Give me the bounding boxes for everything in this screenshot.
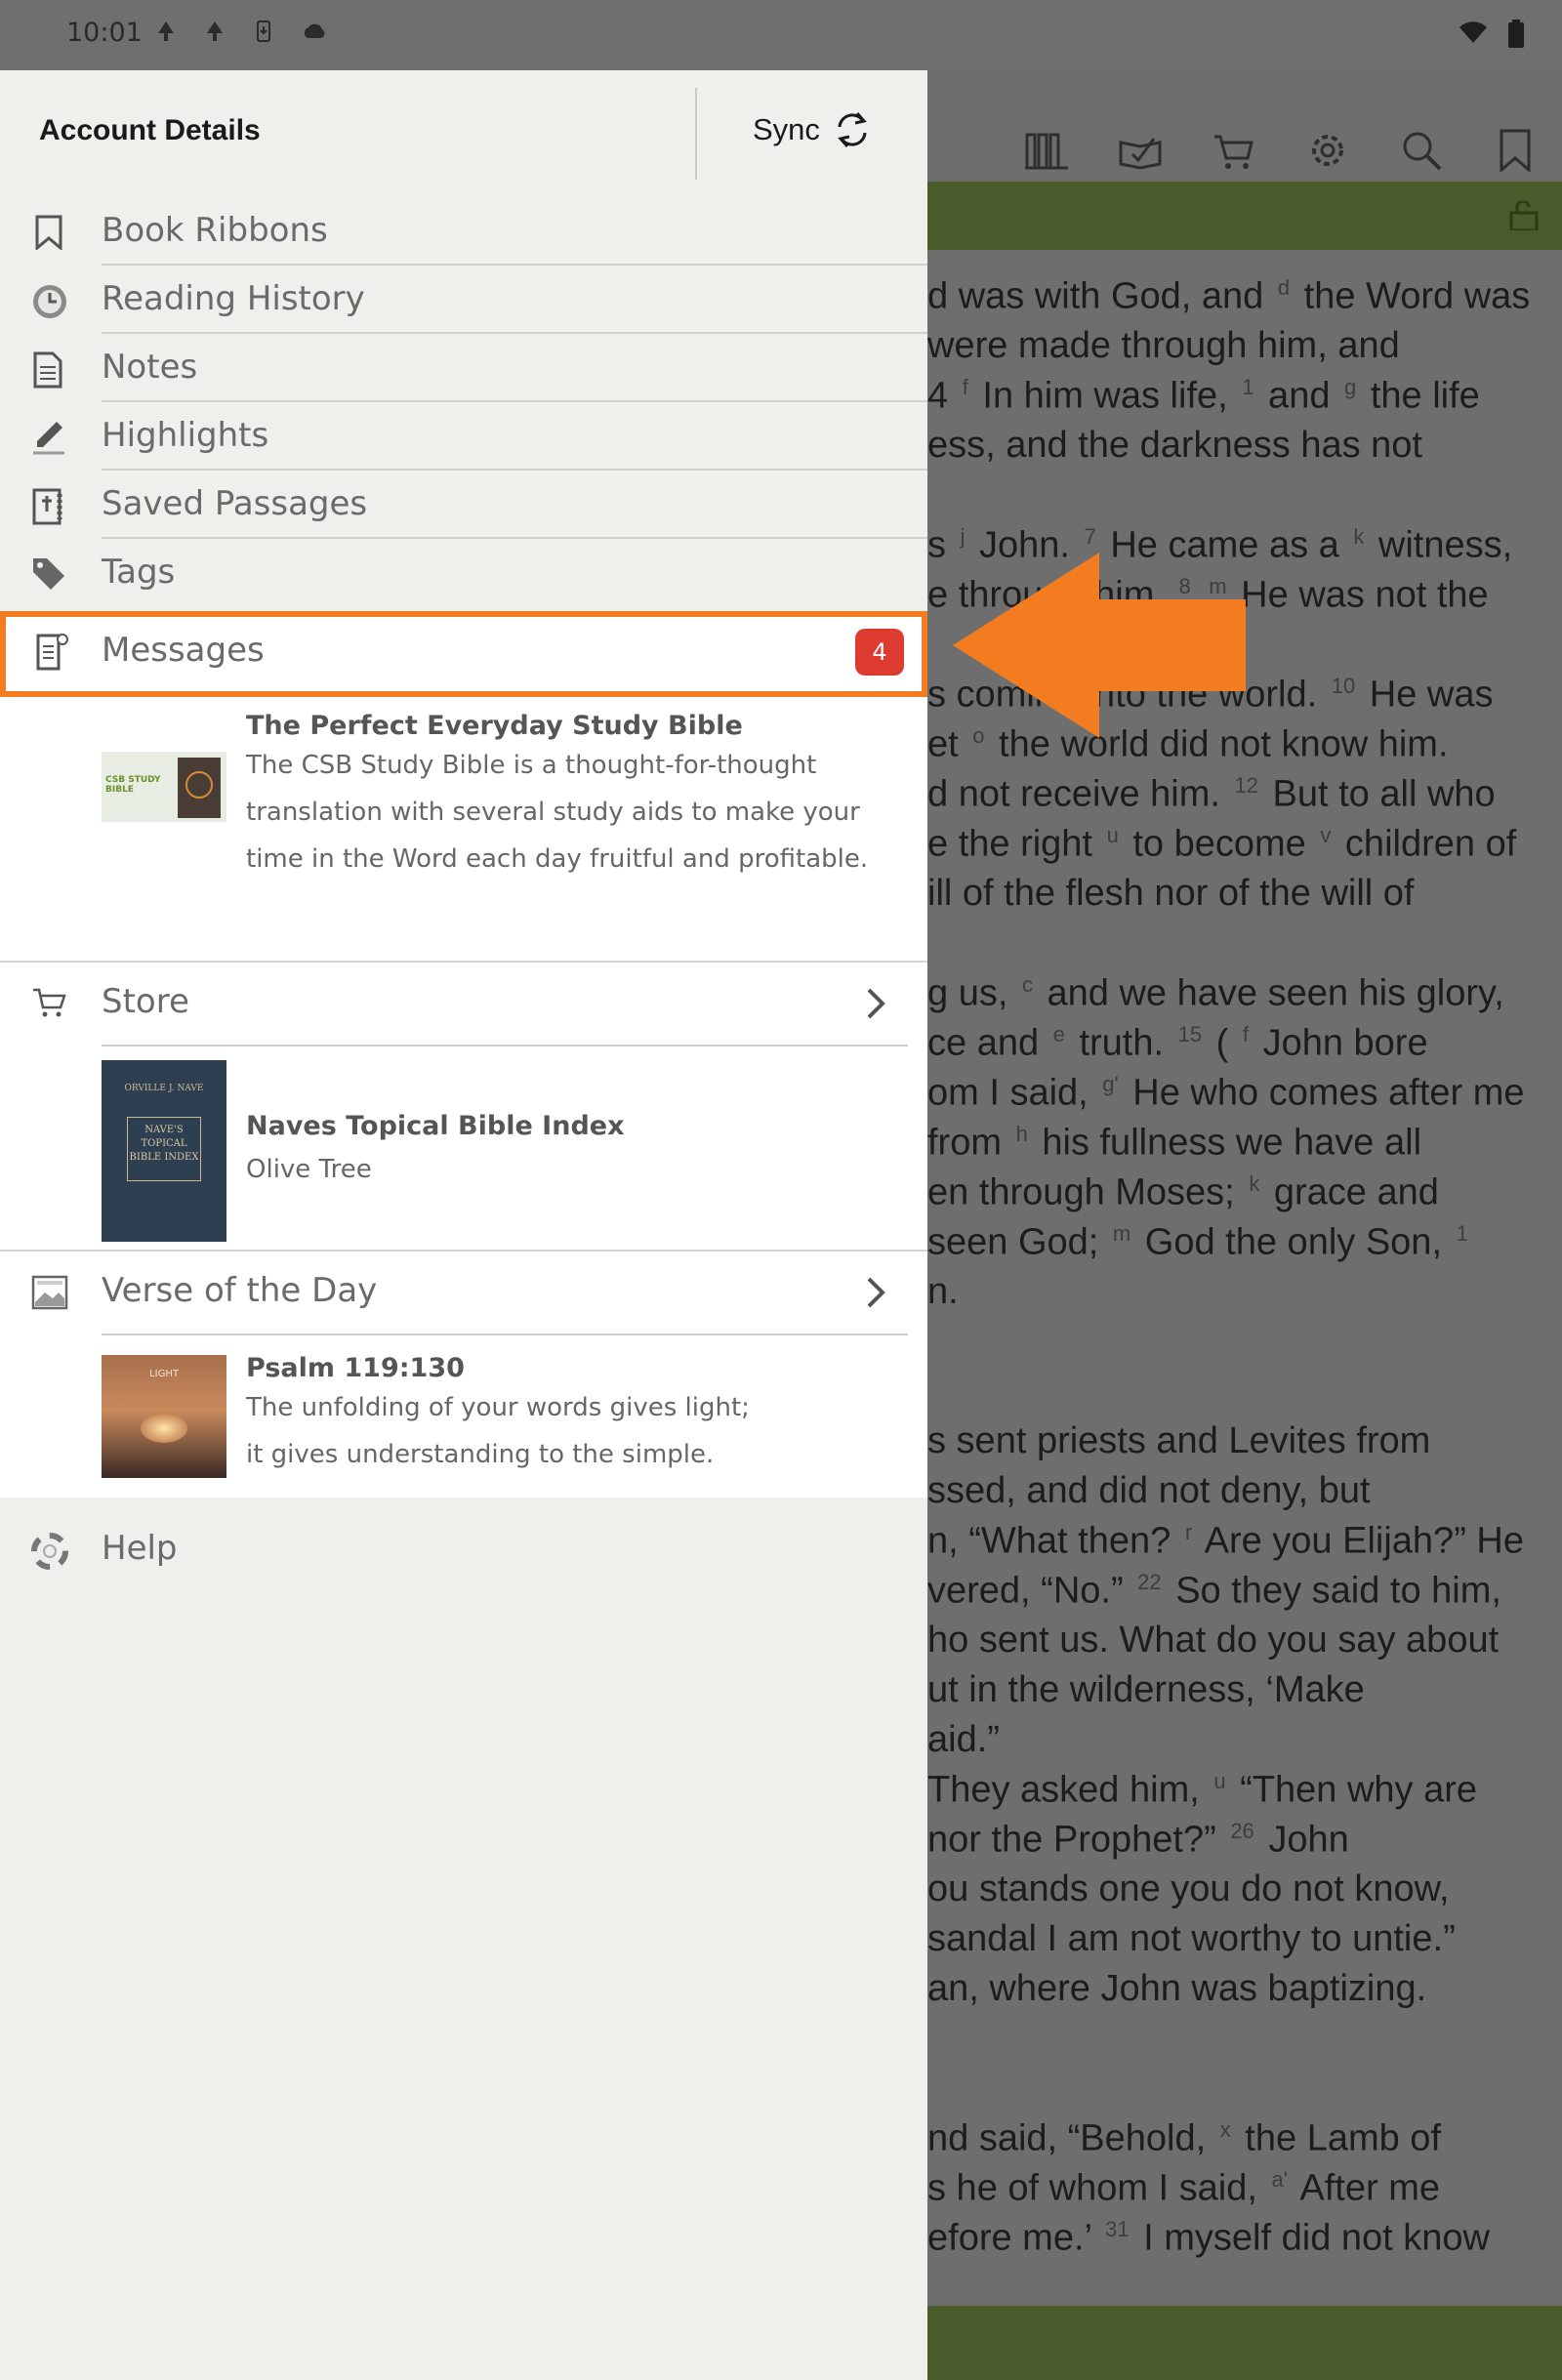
menu-item-messages[interactable]: Messages 4 [0, 611, 927, 697]
verse-line: They asked him, u “Then why are [927, 1769, 1478, 1811]
verse-line: ill of the flesh nor of the will of [927, 873, 1415, 914]
menu-item-label: Reading History [102, 279, 365, 318]
message-card[interactable]: CSB STUDY BIBLE The Perfect Everyday Stu… [0, 697, 927, 961]
verse-line: om I said, g' He who comes after me [927, 1072, 1525, 1114]
book-cover: ORVILLE J. NAVE NAVE'S TOPICAL BIBLE IND… [102, 1060, 226, 1242]
menu-item-notes[interactable]: Notes [0, 334, 927, 402]
menu-item-reading-history[interactable]: Reading History [0, 266, 927, 334]
tree-icon [154, 20, 178, 43]
reader-footer-bar [927, 2306, 1562, 2380]
menu-item-label: Tags [102, 553, 176, 592]
verse-line: s sent priests and Levites from [927, 1420, 1431, 1461]
menu-item-label: Notes [102, 348, 198, 387]
annotation-arrow [953, 553, 1246, 738]
message-body: The CSB Study Bible is a thought-for-tho… [246, 751, 869, 874]
messages-icon [35, 633, 70, 672]
verse-line: s he of whom I said, a' After me [927, 2167, 1440, 2209]
verse-of-the-day-card[interactable]: LIGHT Psalm 119:130 The unfolding of you… [0, 1335, 927, 1498]
verse-line: ou stands one you do not know, [927, 1868, 1450, 1909]
verse-line: aid.” [927, 1719, 1000, 1760]
image-icon [31, 1275, 68, 1312]
chevron-right-icon [861, 984, 890, 1023]
status-time: 10:01 [66, 18, 143, 48]
verse-line: ce and e truth. 15 ( f John bore [927, 1022, 1428, 1064]
verse-line: nor the Prophet?” 26 John [927, 1819, 1349, 1861]
verse-line: seen God; m God the only Son, 1 [927, 1221, 1468, 1263]
menu-item-label: Highlights [102, 416, 269, 455]
verse-line: n, “What then? r Are you Elijah?” He [927, 1520, 1524, 1562]
store-label: Store [102, 982, 189, 1021]
notes-icon [31, 351, 66, 389]
store-book-publisher: Olive Tree [246, 1155, 372, 1184]
download-icon [252, 20, 275, 43]
account-drawer: Account Details Sync Book Ribbons Readin… [0, 70, 927, 2380]
status-notification-icons [154, 20, 325, 43]
menu-item-verse-of-the-day[interactable]: Verse of the Day [0, 1252, 927, 1335]
menu-item-help[interactable]: Help [0, 1515, 927, 1583]
bookmark-icon [31, 215, 66, 252]
menu-item-label: Saved Passages [102, 484, 368, 523]
status-system-icons [1459, 20, 1525, 53]
header-divider [695, 88, 697, 180]
verse-line: ut in the wilderness, ‘Make [927, 1669, 1365, 1710]
highlighter-icon [31, 420, 66, 455]
menu-item-book-ribbons[interactable]: Book Ribbons [0, 197, 927, 266]
menu-item-highlights[interactable]: Highlights [0, 402, 927, 471]
sync-icon [838, 112, 867, 147]
verse-line: d not receive him. 12 But to all who [927, 773, 1496, 815]
messages-label: Messages [102, 631, 265, 670]
verse-line: d was with God, and d the Word was [927, 275, 1531, 317]
verse-line: en through Moses; k grace and [927, 1171, 1439, 1213]
sync-label: Sync [753, 112, 820, 146]
verse-line: an, where John was baptizing. [927, 1968, 1427, 2009]
menu-item-store[interactable]: Store [0, 963, 927, 1046]
verse-line: from h his fullness we have all [927, 1122, 1422, 1164]
message-thumbnail: CSB STUDY BIBLE [102, 752, 226, 822]
tag-icon [31, 556, 66, 592]
menu-item-label: Book Ribbons [102, 211, 328, 250]
cloud-icon [301, 20, 325, 43]
battery-icon [1507, 20, 1525, 53]
help-label: Help [102, 1529, 178, 1568]
wifi-icon [1459, 20, 1488, 53]
verse-line: ho sent us. What do you say about [927, 1620, 1500, 1661]
menu-item-saved-passages[interactable]: Saved Passages [0, 471, 927, 539]
verse-of-the-day-label: Verse of the Day [102, 1271, 378, 1310]
verse-line: vered, “No.” 22 So they said to him, [927, 1570, 1501, 1612]
verse-line: efore me.’ 31 I myself did not know [927, 2217, 1490, 2259]
menu-item-tags[interactable]: Tags [0, 539, 927, 607]
verse-text: The unfolding of your words gives light;… [246, 1393, 750, 1469]
cart-icon [31, 986, 68, 1023]
tree-icon [203, 20, 226, 43]
verse-line: g us, c and we have seen his glory, [927, 972, 1504, 1014]
chevron-right-icon [861, 1273, 890, 1312]
verse-thumbnail: LIGHT [102, 1355, 226, 1478]
verse-line: sandal I am not worthy to untie.” [927, 1918, 1456, 1959]
status-bar: 10:01 [0, 0, 1562, 70]
store-featured-card[interactable]: ORVILLE J. NAVE NAVE'S TOPICAL BIBLE IND… [0, 1046, 927, 1250]
verse-line: ssed, and did not deny, but [927, 1470, 1371, 1511]
verse-line: nd said, “Behold, x the Lamb of [927, 2117, 1441, 2159]
help-lifebuoy-icon [31, 1533, 68, 1570]
store-book-title: Naves Topical Bible Index [246, 1111, 625, 1141]
verse-line: were made through him, and [927, 325, 1400, 366]
verse-line: n. [927, 1271, 959, 1312]
account-details-title[interactable]: Account Details [39, 114, 261, 147]
sync-button[interactable]: Sync [753, 109, 871, 150]
verse-reference: Psalm 119:130 [246, 1353, 465, 1383]
reader-text: d was with God, and d the Word was were … [927, 70, 1562, 2296]
unread-count-badge: 4 [855, 629, 904, 676]
bible-icon [31, 488, 66, 525]
verse-line: ess, and the darkness has not [927, 425, 1422, 466]
verse-line: e the right u to become v children of [927, 823, 1517, 865]
clock-icon [31, 283, 66, 318]
verse-line: 4 f In him was life, 1 and g the life [927, 375, 1480, 417]
message-title: The Perfect Everyday Study Bible [246, 711, 743, 741]
